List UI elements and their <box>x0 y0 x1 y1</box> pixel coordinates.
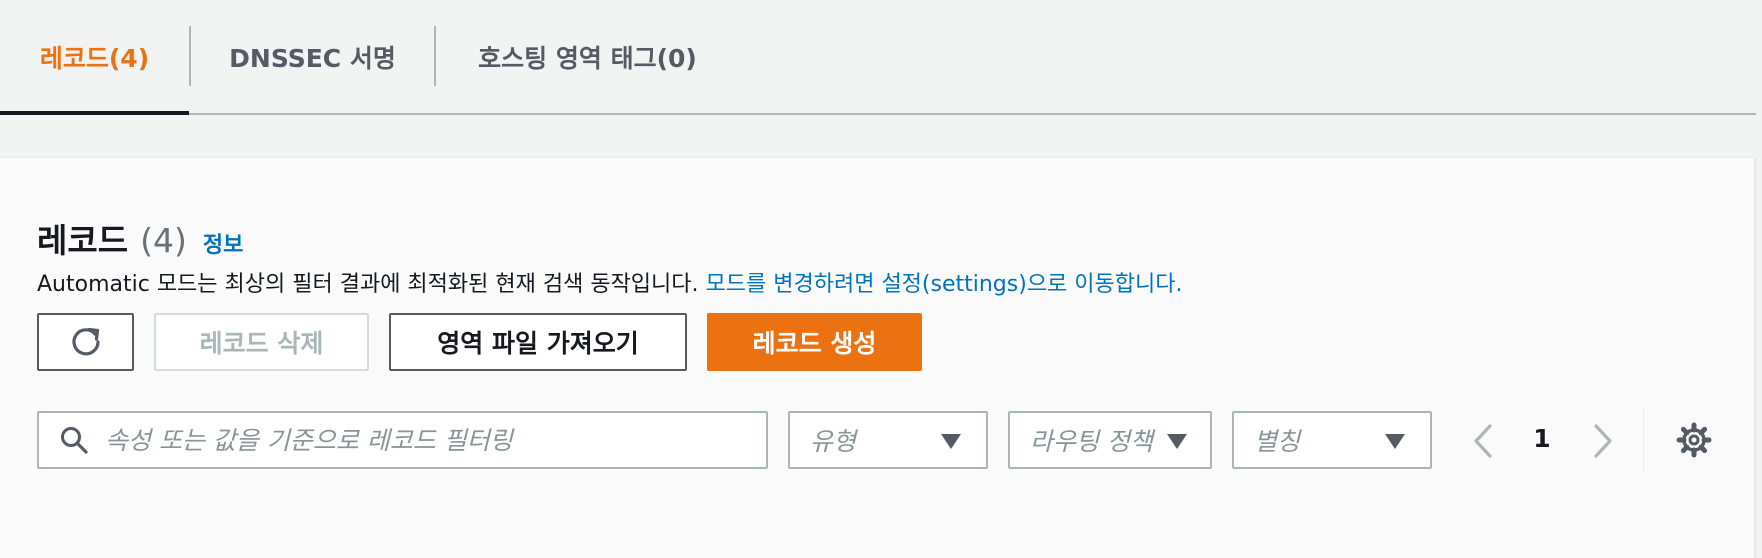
tab-bar: 레코드(4) DNSSEC 서명 호스팅 영역 태그(0) <box>0 0 1756 115</box>
caret-down-icon <box>941 434 961 449</box>
records-panel: 레코드 (4) 정보 Automatic 모드는 최상의 필터 결과에 최적화된… <box>0 157 1755 558</box>
refresh-icon <box>71 327 100 356</box>
type-filter-select[interactable]: 유형 <box>788 411 988 469</box>
current-page-number[interactable]: 1 <box>1530 424 1554 453</box>
delete-record-button[interactable]: 레코드 삭제 <box>154 313 369 371</box>
caret-down-icon <box>1167 434 1187 449</box>
caret-down-icon <box>1385 434 1405 449</box>
records-search[interactable] <box>37 411 768 469</box>
tab-hosted-zone-tags[interactable]: 호스팅 영역 태그(0) <box>436 0 739 113</box>
routing-policy-filter-placeholder: 라우팅 정책 <box>1030 427 1153 456</box>
description-text: Automatic 모드는 최상의 필터 결과에 최적화된 현재 검색 동작입니… <box>37 272 706 297</box>
tab-dnssec[interactable]: DNSSEC 서명 <box>191 0 434 113</box>
tab-dnssec-label: DNSSEC 서명 <box>229 43 396 73</box>
settings-link[interactable]: 모드를 변경하려면 설정(settings)으로 이동합니다. <box>706 272 1183 297</box>
previous-page-icon[interactable] <box>1470 423 1496 459</box>
refresh-button[interactable] <box>37 313 134 371</box>
records-title: 레코드 <box>37 221 129 260</box>
tab-hosted-zone-tags-label: 호스팅 영역 태그(0) <box>478 43 697 73</box>
routing-policy-filter-select[interactable]: 라우팅 정책 <box>1008 411 1212 469</box>
tab-records[interactable]: 레코드(4) <box>0 0 189 115</box>
gear-icon[interactable] <box>1676 422 1712 458</box>
records-count: (4) <box>140 221 187 260</box>
create-record-button[interactable]: 레코드 생성 <box>707 313 922 371</box>
search-icon <box>61 427 88 454</box>
search-input[interactable] <box>103 424 766 456</box>
tab-records-label: 레코드(4) <box>39 43 150 73</box>
import-zone-file-button[interactable]: 영역 파일 가져오기 <box>389 313 687 371</box>
info-link[interactable]: 정보 <box>203 227 243 259</box>
type-filter-placeholder: 유형 <box>810 427 857 456</box>
pagination-divider <box>1643 408 1644 472</box>
records-heading: 레코드 (4) 정보 <box>37 214 243 262</box>
search-mode-description: Automatic 모드는 최상의 필터 결과에 최적화된 현재 검색 동작입니… <box>37 266 1182 298</box>
next-page-icon[interactable] <box>1590 423 1616 459</box>
alias-filter-select[interactable]: 별칭 <box>1232 411 1432 469</box>
alias-filter-placeholder: 별칭 <box>1254 427 1301 456</box>
